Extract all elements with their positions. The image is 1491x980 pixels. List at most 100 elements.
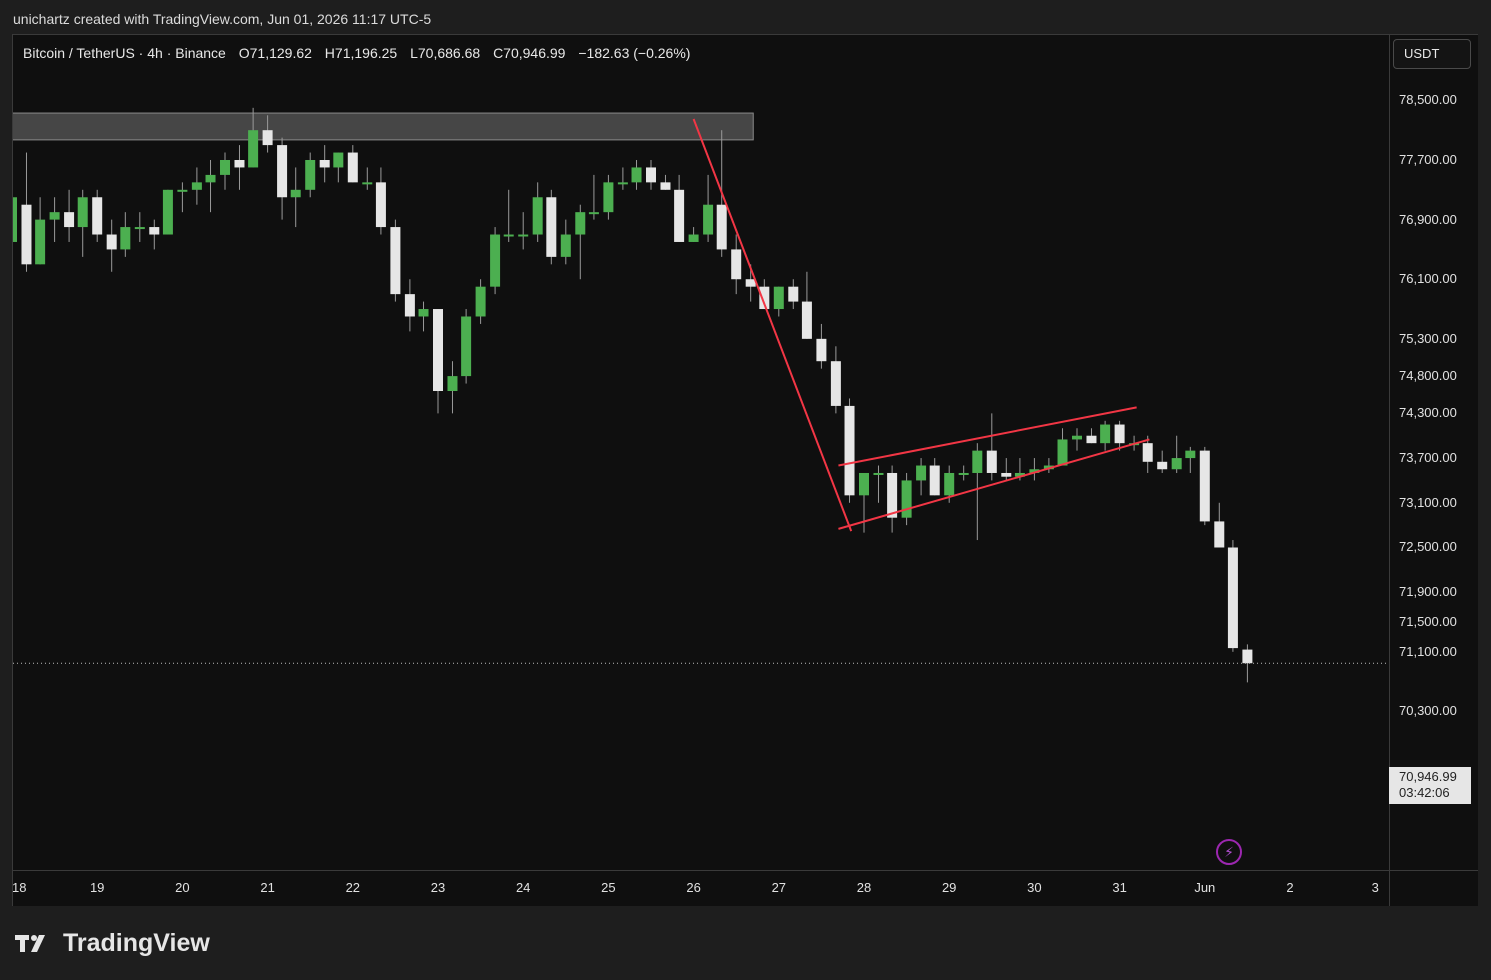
candle-body <box>773 286 784 310</box>
brand-name: TradingView <box>63 928 210 957</box>
candle-body <box>958 472 969 475</box>
candle <box>929 458 940 496</box>
candle <box>631 160 642 190</box>
candle-body <box>177 189 188 192</box>
candle-body <box>575 212 586 235</box>
candle-body <box>418 309 429 317</box>
axis-corner[interactable] <box>1389 870 1478 906</box>
bar-countdown: 03:42:06 <box>1399 785 1450 800</box>
candle-body <box>674 189 685 242</box>
candle <box>731 234 742 295</box>
price-tick-label: 72,500.00 <box>1399 539 1457 555</box>
candle <box>1057 428 1068 466</box>
candle <box>21 152 32 272</box>
candle-body <box>603 182 614 213</box>
candle-body <box>716 204 727 250</box>
legend-high: H71,196.25 <box>324 45 398 61</box>
candle <box>1227 540 1238 652</box>
candle-body <box>162 189 173 235</box>
candle-body <box>1227 547 1238 649</box>
candle <box>546 189 557 265</box>
candle <box>660 174 671 190</box>
candle-body <box>1214 521 1225 548</box>
time-tick-label: 3 <box>1371 880 1379 895</box>
legend-change: −182.63 (−0.26%) <box>578 45 691 61</box>
candle <box>234 145 245 190</box>
legend-close: C70,946.99 <box>493 45 566 61</box>
candle-body <box>1199 450 1210 522</box>
price-tick-label: 74,800.00 <box>1399 368 1457 384</box>
candle <box>901 472 912 526</box>
candle <box>773 286 784 317</box>
candle <box>816 323 827 369</box>
candle <box>1214 502 1225 548</box>
candle-body <box>106 234 117 250</box>
candle <box>532 182 543 242</box>
candle-body <box>333 152 344 168</box>
lightning-icon[interactable]: ⚡ <box>1216 839 1242 865</box>
candle <box>120 212 131 257</box>
candle-body <box>546 197 557 257</box>
candle <box>404 279 415 332</box>
candle <box>617 167 628 190</box>
candle-body <box>703 204 714 235</box>
candle-body <box>447 376 458 392</box>
candle <box>788 279 799 310</box>
candle-body <box>1001 472 1012 477</box>
candle-body <box>404 294 415 317</box>
tradingview-logo-icon <box>15 935 45 952</box>
candle <box>35 197 46 265</box>
candle-body <box>901 480 912 518</box>
legend-low: L70,686.68 <box>410 45 481 61</box>
currency-button[interactable]: USDT <box>1393 39 1471 69</box>
candle-body <box>1142 443 1153 462</box>
candle-body <box>1086 435 1097 444</box>
candle <box>958 465 969 481</box>
price-tick-label: 73,100.00 <box>1399 494 1457 510</box>
candle-body <box>248 130 259 168</box>
candle <box>390 219 401 302</box>
candle-body <box>830 361 841 406</box>
time-tick-label: 27 <box>771 880 787 895</box>
candle <box>603 174 614 220</box>
time-tick-label: 30 <box>1027 880 1042 895</box>
candle <box>1185 446 1196 473</box>
candle-body <box>305 160 316 190</box>
time-tick-label: 2 <box>1286 880 1294 895</box>
plot-area[interactable] <box>13 35 1389 870</box>
price-tick-label: 73,700.00 <box>1399 450 1457 466</box>
candle <box>646 160 656 190</box>
legend-open: O71,129.62 <box>238 45 312 61</box>
candle-body <box>191 182 202 190</box>
candle <box>418 301 429 332</box>
candle-body <box>503 234 514 237</box>
candle-body <box>588 212 599 215</box>
candle-body <box>1157 461 1168 470</box>
price-tick-label: 70,300.00 <box>1399 703 1457 719</box>
candle-body <box>1114 424 1125 444</box>
candle <box>490 227 501 295</box>
candle <box>277 137 288 220</box>
candle-body <box>532 197 543 235</box>
time-tick-label: 21 <box>260 880 275 895</box>
time-axis[interactable] <box>13 870 1389 906</box>
candle-body <box>149 227 160 235</box>
candle-body <box>134 227 145 230</box>
candle <box>290 167 301 228</box>
time-tick-label: 29 <box>941 880 957 895</box>
price-tick-label: 75,300.00 <box>1399 330 1457 346</box>
candle <box>703 174 714 242</box>
candle <box>1029 458 1040 481</box>
candle <box>13 197 17 242</box>
candle-body <box>1057 439 1068 466</box>
candle <box>674 174 685 242</box>
candle <box>972 443 983 541</box>
candle <box>362 167 373 190</box>
price-tick-label: 77,700.00 <box>1399 152 1457 167</box>
candle <box>503 189 514 242</box>
candle-body <box>518 234 529 237</box>
time-tick-label: 31 <box>1112 880 1127 895</box>
candle <box>191 167 202 205</box>
candle-body <box>816 338 827 362</box>
candle-body <box>375 182 386 228</box>
